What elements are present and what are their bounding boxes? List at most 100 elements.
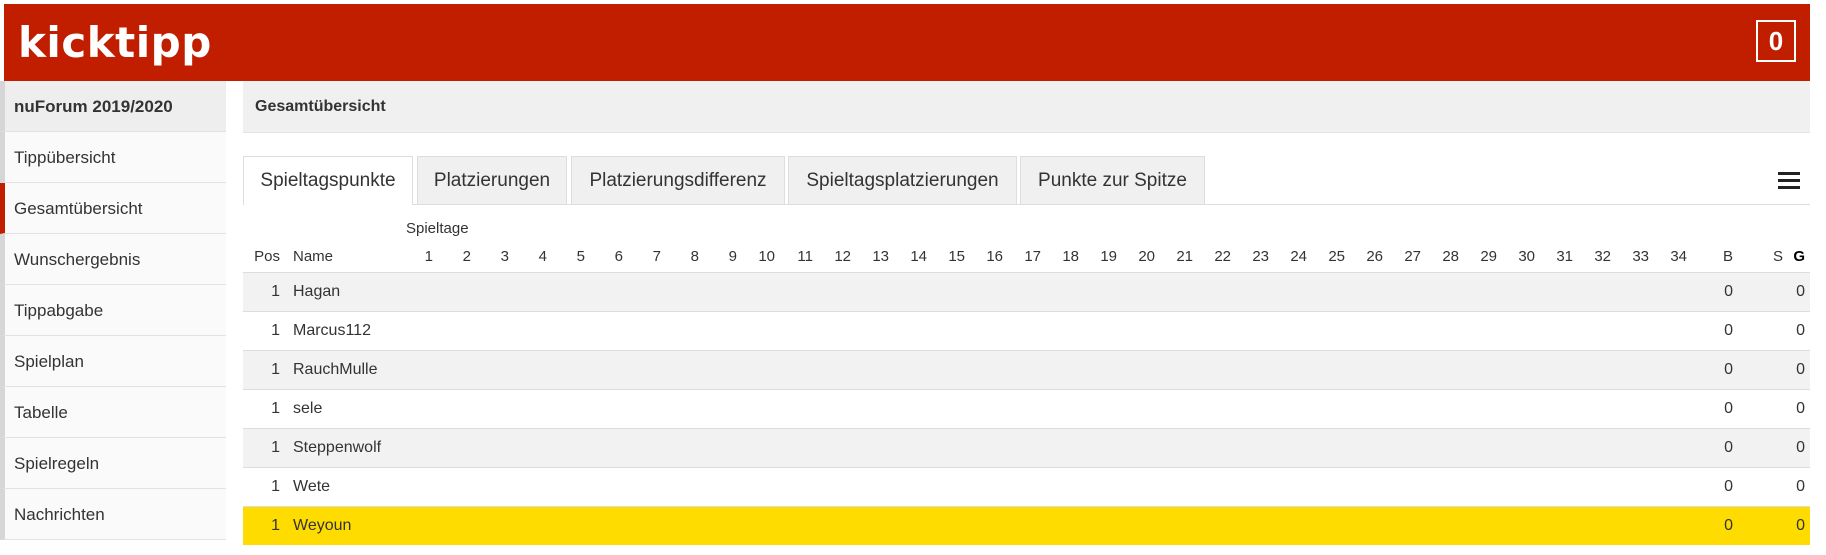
- table-body: 1 Hagan 0 0 1 Marcus112 0 0 1 RauchMulle 0 0 1 sele 0 0…: [243, 272, 1810, 545]
- column-header-spieltag[interactable]: 9: [707, 248, 737, 265]
- tab-punkte-zur-spitze[interactable]: Punkte zur Spitze: [1020, 156, 1205, 204]
- column-header-spieltag[interactable]: 22: [1201, 248, 1231, 265]
- sidebar-item-nachrichten[interactable]: Nachrichten: [0, 489, 226, 540]
- cell-g: 0: [1796, 322, 1805, 339]
- column-header-s[interactable]: S: [1763, 248, 1783, 265]
- sidebar-item-tabelle[interactable]: Tabelle: [0, 387, 226, 438]
- column-header-spieltag[interactable]: 19: [1087, 248, 1117, 265]
- top-bar: kicktipp 0: [4, 4, 1810, 81]
- cell-g: 0: [1796, 478, 1805, 495]
- cell-g: 0: [1796, 439, 1805, 456]
- cell-name[interactable]: Steppenwolf: [293, 429, 381, 467]
- tab-spieltagspunkte[interactable]: Spieltagspunkte: [243, 156, 413, 205]
- cell-name[interactable]: Hagan: [293, 273, 340, 311]
- column-header-spieltag[interactable]: 14: [897, 248, 927, 265]
- main-content: Gesamtübersicht Spieltagspunkte Platzier…: [243, 81, 1810, 545]
- table-row-current-user: 1 Weyoun 0 0: [243, 506, 1810, 545]
- column-header-pos[interactable]: Pos: [243, 248, 280, 265]
- column-header-spieltag[interactable]: 25: [1315, 248, 1345, 265]
- column-header-spieltag[interactable]: 27: [1391, 248, 1421, 265]
- table-row: 1 Wete 0 0: [243, 467, 1810, 506]
- column-header-spieltag[interactable]: 2: [441, 248, 471, 265]
- cell-pos: 1: [271, 283, 280, 300]
- cell-b: 0: [1724, 439, 1733, 456]
- cell-pos: 1: [271, 361, 280, 378]
- table-row: 1 Hagan 0 0: [243, 272, 1810, 311]
- column-header-spieltag[interactable]: 10: [745, 248, 775, 265]
- cell-g: 0: [1796, 517, 1805, 534]
- column-header-spieltag[interactable]: 34: [1657, 248, 1687, 265]
- cell-pos: 1: [271, 517, 280, 534]
- sidebar-item-spielplan[interactable]: Spielplan: [0, 336, 226, 387]
- column-header-spieltag[interactable]: 12: [821, 248, 851, 265]
- cell-b: 0: [1724, 400, 1733, 417]
- column-header-spieltag[interactable]: 33: [1619, 248, 1649, 265]
- column-header-spieltag[interactable]: 11: [783, 248, 813, 265]
- spieltage-group-label: Spieltage: [406, 220, 469, 237]
- column-header-spieltag[interactable]: 28: [1429, 248, 1459, 265]
- column-header-spieltag[interactable]: 26: [1353, 248, 1383, 265]
- table-row: 1 Steppenwolf 0 0: [243, 428, 1810, 467]
- cell-b: 0: [1724, 478, 1733, 495]
- table-header-row: Pos Name B S G 1 2 3 4 5 6 7 8 9 10 11 12 13 14 15 16 17…: [243, 244, 1810, 272]
- column-header-spieltag[interactable]: 24: [1277, 248, 1307, 265]
- column-header-spieltag[interactable]: 6: [593, 248, 623, 265]
- column-header-spieltag[interactable]: 32: [1581, 248, 1611, 265]
- sidebar-item-wunschergebnis[interactable]: Wunschergebnis: [0, 234, 226, 285]
- column-header-spieltag[interactable]: 23: [1239, 248, 1269, 265]
- cell-b: 0: [1724, 361, 1733, 378]
- cell-b: 0: [1724, 322, 1733, 339]
- table-row: 1 Marcus112 0 0: [243, 311, 1810, 350]
- cell-name[interactable]: sele: [293, 390, 322, 428]
- tab-platzierungen[interactable]: Platzierungen: [417, 156, 567, 204]
- sidebar-item-tippuebersicht[interactable]: Tippübersicht: [0, 132, 226, 183]
- column-header-spieltag[interactable]: 30: [1505, 248, 1535, 265]
- cell-g: 0: [1796, 283, 1805, 300]
- column-header-spieltag[interactable]: 5: [555, 248, 585, 265]
- cell-b: 0: [1724, 283, 1733, 300]
- cell-g: 0: [1796, 361, 1805, 378]
- sidebar: nuForum 2019/2020 Tippübersicht Gesamtüb…: [0, 81, 226, 540]
- column-header-spieltag[interactable]: 3: [479, 248, 509, 265]
- table-row: 1 sele 0 0: [243, 389, 1810, 428]
- cell-pos: 1: [271, 439, 280, 456]
- column-header-spieltag[interactable]: 15: [935, 248, 965, 265]
- tab-platzierungsdifferenz[interactable]: Platzierungsdifferenz: [571, 156, 785, 204]
- cell-pos: 1: [271, 400, 280, 417]
- column-header-spieltag[interactable]: 8: [669, 248, 699, 265]
- kicktipp-logo[interactable]: kicktipp: [18, 22, 212, 64]
- cell-name[interactable]: Marcus112: [293, 312, 371, 350]
- column-header-spieltag[interactable]: 7: [631, 248, 661, 265]
- column-header-g[interactable]: G: [1785, 248, 1805, 265]
- hamburger-menu-icon[interactable]: [1778, 172, 1800, 190]
- column-header-spieltag[interactable]: 29: [1467, 248, 1497, 265]
- cell-pos: 1: [271, 478, 280, 495]
- column-header-spieltag[interactable]: 13: [859, 248, 889, 265]
- tab-spieltagsplatzierungen[interactable]: Spieltagsplatzierungen: [788, 156, 1017, 204]
- cell-name[interactable]: RauchMulle: [293, 351, 377, 389]
- tab-bar: Spieltagspunkte Platzierungen Platzierun…: [243, 156, 1810, 205]
- column-header-b[interactable]: B: [1713, 248, 1733, 265]
- column-header-spieltag[interactable]: 17: [1011, 248, 1041, 265]
- column-header-spieltag[interactable]: 31: [1543, 248, 1573, 265]
- sidebar-item-gesamtuebersicht[interactable]: Gesamtübersicht: [0, 183, 226, 234]
- column-header-spieltag[interactable]: 20: [1125, 248, 1155, 265]
- cell-name[interactable]: Wete: [293, 468, 330, 506]
- column-header-spieltag[interactable]: 18: [1049, 248, 1079, 265]
- column-header-spieltag[interactable]: 4: [517, 248, 547, 265]
- page-title: Gesamtübersicht: [243, 81, 1810, 133]
- cell-pos: 1: [271, 322, 280, 339]
- cell-name[interactable]: Weyoun: [293, 507, 351, 545]
- column-header-spieltag[interactable]: 16: [973, 248, 1003, 265]
- column-header-spieltag[interactable]: 21: [1163, 248, 1193, 265]
- cell-b: 0: [1724, 517, 1733, 534]
- table-group-header-row: Spieltage: [243, 216, 1810, 244]
- column-header-spieltag[interactable]: 1: [403, 248, 433, 265]
- table-row: 1 RauchMulle 0 0: [243, 350, 1810, 389]
- notification-counter[interactable]: 0: [1756, 20, 1796, 62]
- sidebar-item-tippabgabe[interactable]: Tippabgabe: [0, 285, 226, 336]
- sidebar-item-spielregeln[interactable]: Spielregeln: [0, 438, 226, 489]
- standings-table: Spieltage Pos Name B S G 1 2 3 4 5 6 7 8 9 10 11 12…: [243, 216, 1810, 545]
- column-header-name[interactable]: Name: [293, 248, 333, 265]
- sidebar-item-community[interactable]: nuForum 2019/2020: [0, 81, 226, 132]
